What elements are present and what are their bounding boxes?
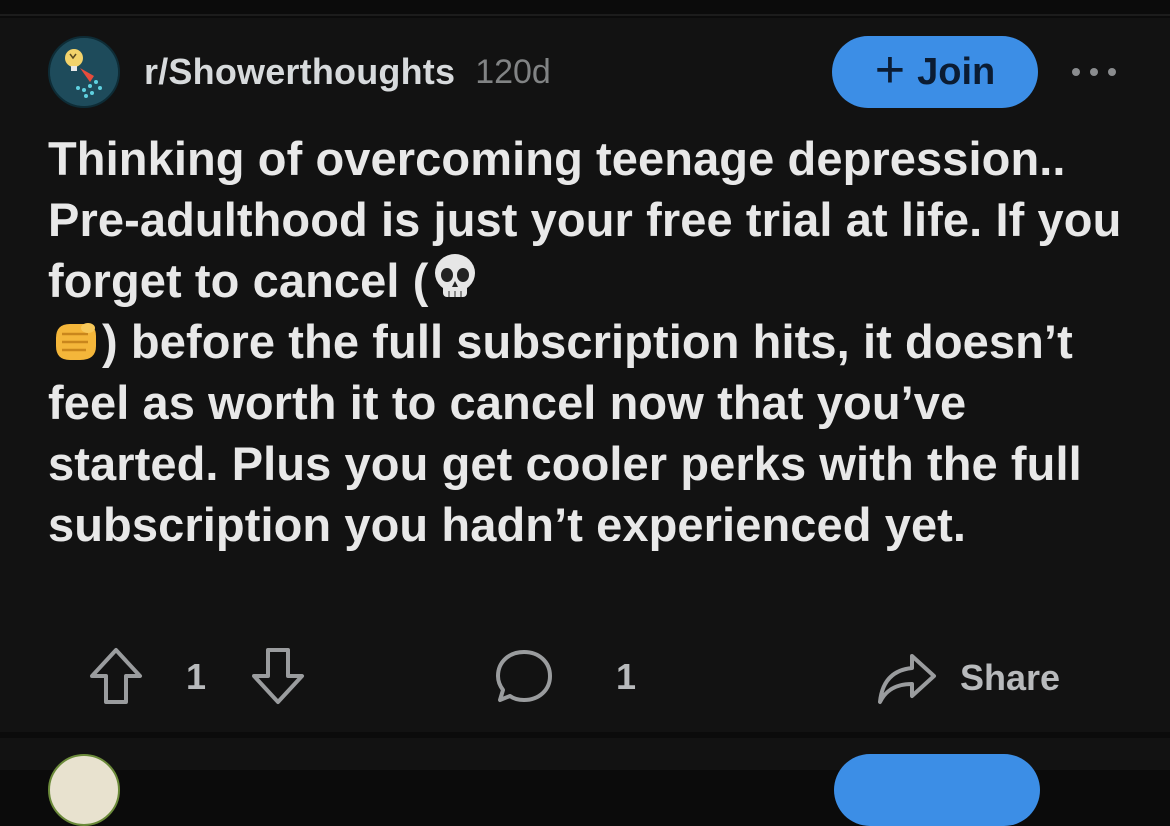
- join-button[interactable]: + Join: [832, 36, 1038, 108]
- dot-icon: [1072, 68, 1080, 76]
- post-header: r/Showerthoughts 120d + Join: [48, 36, 1128, 108]
- comment-bubble-icon: [496, 650, 552, 702]
- comments-button[interactable]: [494, 646, 554, 706]
- shower-bulb-icon: [50, 38, 118, 106]
- post-title[interactable]: Thinking of overcoming teenage depressio…: [48, 128, 1128, 555]
- subreddit-avatar[interactable]: [48, 36, 120, 108]
- dot-icon: [1090, 68, 1098, 76]
- post-actions: 1 1 Share: [0, 642, 1170, 714]
- more-options-icon[interactable]: [1072, 54, 1116, 90]
- plus-icon: +: [874, 41, 906, 99]
- downvote-arrow-icon: [252, 648, 304, 704]
- next-post-avatar[interactable]: [48, 754, 120, 826]
- top-divider: [0, 0, 1170, 16]
- share-label: Share: [960, 657, 1061, 698]
- next-post-card[interactable]: [0, 738, 1170, 826]
- fist-emoji-icon: [56, 323, 96, 360]
- downvote-button[interactable]: [250, 646, 306, 706]
- post-title-text-2: ) before the full subscription hits, it …: [48, 315, 1082, 551]
- subreddit-name[interactable]: r/Showerthoughts: [144, 51, 455, 93]
- skull-emoji-icon: [435, 254, 476, 297]
- comment-count: 1: [616, 656, 637, 697]
- share-button[interactable]: Share: [876, 650, 1060, 706]
- join-label: Join: [917, 50, 996, 93]
- vote-count: 1: [186, 656, 207, 697]
- dot-icon: [1108, 68, 1116, 76]
- share-arrow-icon: [878, 654, 936, 704]
- post-title-text-1: Thinking of overcoming teenage depressio…: [48, 132, 1122, 307]
- upvote-button[interactable]: [88, 646, 144, 706]
- next-post-join-button[interactable]: [834, 754, 1040, 826]
- post-age: 120d: [475, 52, 551, 91]
- upvote-arrow-icon: [90, 648, 142, 704]
- post-card[interactable]: r/Showerthoughts 120d + Join Thinking of…: [0, 18, 1170, 732]
